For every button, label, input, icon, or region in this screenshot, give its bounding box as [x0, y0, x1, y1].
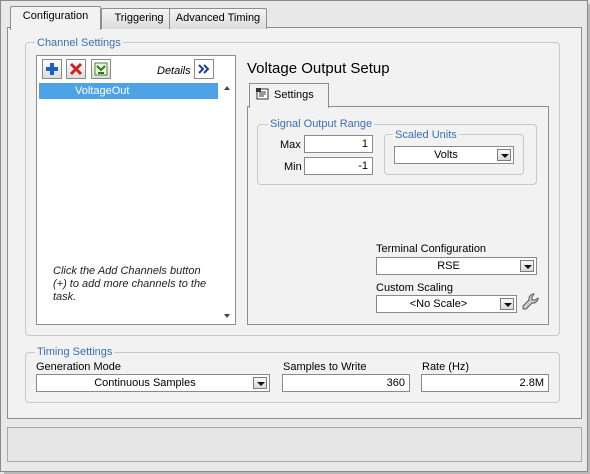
channel-settings-title: Channel Settings: [35, 37, 123, 49]
wrench-icon: [522, 293, 539, 310]
add-channel-button[interactable]: [42, 59, 62, 79]
channel-list-item[interactable]: VoltageOut: [39, 83, 218, 99]
add-channels-hint: Click the Add Channels button (+) to add…: [53, 265, 207, 303]
tab-advanced-timing[interactable]: Advanced Timing: [169, 8, 267, 29]
timing-settings-title: Timing Settings: [35, 346, 115, 358]
tab-settings[interactable]: Settings: [249, 83, 329, 108]
voltage-output-setup-title: Voltage Output Setup: [247, 60, 390, 77]
custom-scaling-select[interactable]: <No Scale>: [376, 295, 517, 313]
details-expand-button[interactable]: [194, 59, 214, 79]
scaled-units-select[interactable]: Volts: [394, 146, 514, 164]
custom-scaling-label: Custom Scaling: [376, 282, 454, 294]
details-label: Details: [157, 65, 191, 77]
tab-triggering[interactable]: Triggering: [101, 8, 177, 29]
tab-settings-label: Settings: [274, 89, 314, 101]
tab-configuration-label: Configuration: [22, 10, 89, 22]
chevron-down-icon: [497, 149, 511, 161]
double-chevron-right-icon: [198, 64, 210, 74]
bottom-panel: [7, 427, 582, 462]
rate-label: Rate (Hz): [422, 361, 470, 373]
samples-to-write-input[interactable]: 360: [282, 374, 410, 392]
chevron-down-icon: [500, 298, 514, 310]
min-label: Min: [284, 161, 302, 173]
signal-output-range-title: Signal Output Range: [268, 118, 375, 130]
tab-advanced-timing-label: Advanced Timing: [175, 12, 261, 24]
scaled-units-value: Volts: [434, 149, 458, 161]
chevron-down-icon: [253, 377, 267, 389]
scaled-units-title: Scaled Units: [393, 129, 459, 141]
scaling-edit-button[interactable]: [520, 292, 540, 312]
scrollbar-arrows-icon: [224, 86, 230, 318]
terminal-configuration-value: RSE: [437, 260, 460, 272]
generation-mode-select[interactable]: Continuous Samples: [36, 374, 270, 392]
plus-icon: [46, 63, 58, 75]
chevron-down-icon: [520, 260, 534, 272]
settings-form-icon: [256, 88, 269, 100]
max-input[interactable]: 1: [304, 135, 373, 153]
samples-to-write-label: Samples to Write: [283, 361, 367, 373]
rate-input[interactable]: 2.8M: [421, 374, 549, 392]
generation-mode-value: Continuous Samples: [94, 377, 196, 389]
terminal-configuration-label: Terminal Configuration: [376, 243, 487, 255]
tab-triggering-label: Triggering: [114, 12, 164, 24]
channel-list-scrollbar[interactable]: [220, 80, 234, 324]
terminal-configuration-select[interactable]: RSE: [376, 257, 537, 275]
channel-arrange-icon: [94, 62, 108, 76]
min-input[interactable]: -1: [304, 157, 373, 175]
remove-channel-button[interactable]: [66, 59, 86, 79]
custom-scaling-value: <No Scale>: [409, 298, 468, 310]
channel-list[interactable]: Details VoltageOut Click the Add Channel…: [36, 55, 236, 325]
max-label: Max: [280, 139, 301, 151]
tab-configuration[interactable]: Configuration: [10, 6, 101, 30]
arrange-channels-button[interactable]: [91, 59, 111, 79]
channel-name: VoltageOut: [75, 85, 130, 97]
generation-mode-label: Generation Mode: [36, 361, 121, 373]
x-icon: [69, 62, 83, 76]
